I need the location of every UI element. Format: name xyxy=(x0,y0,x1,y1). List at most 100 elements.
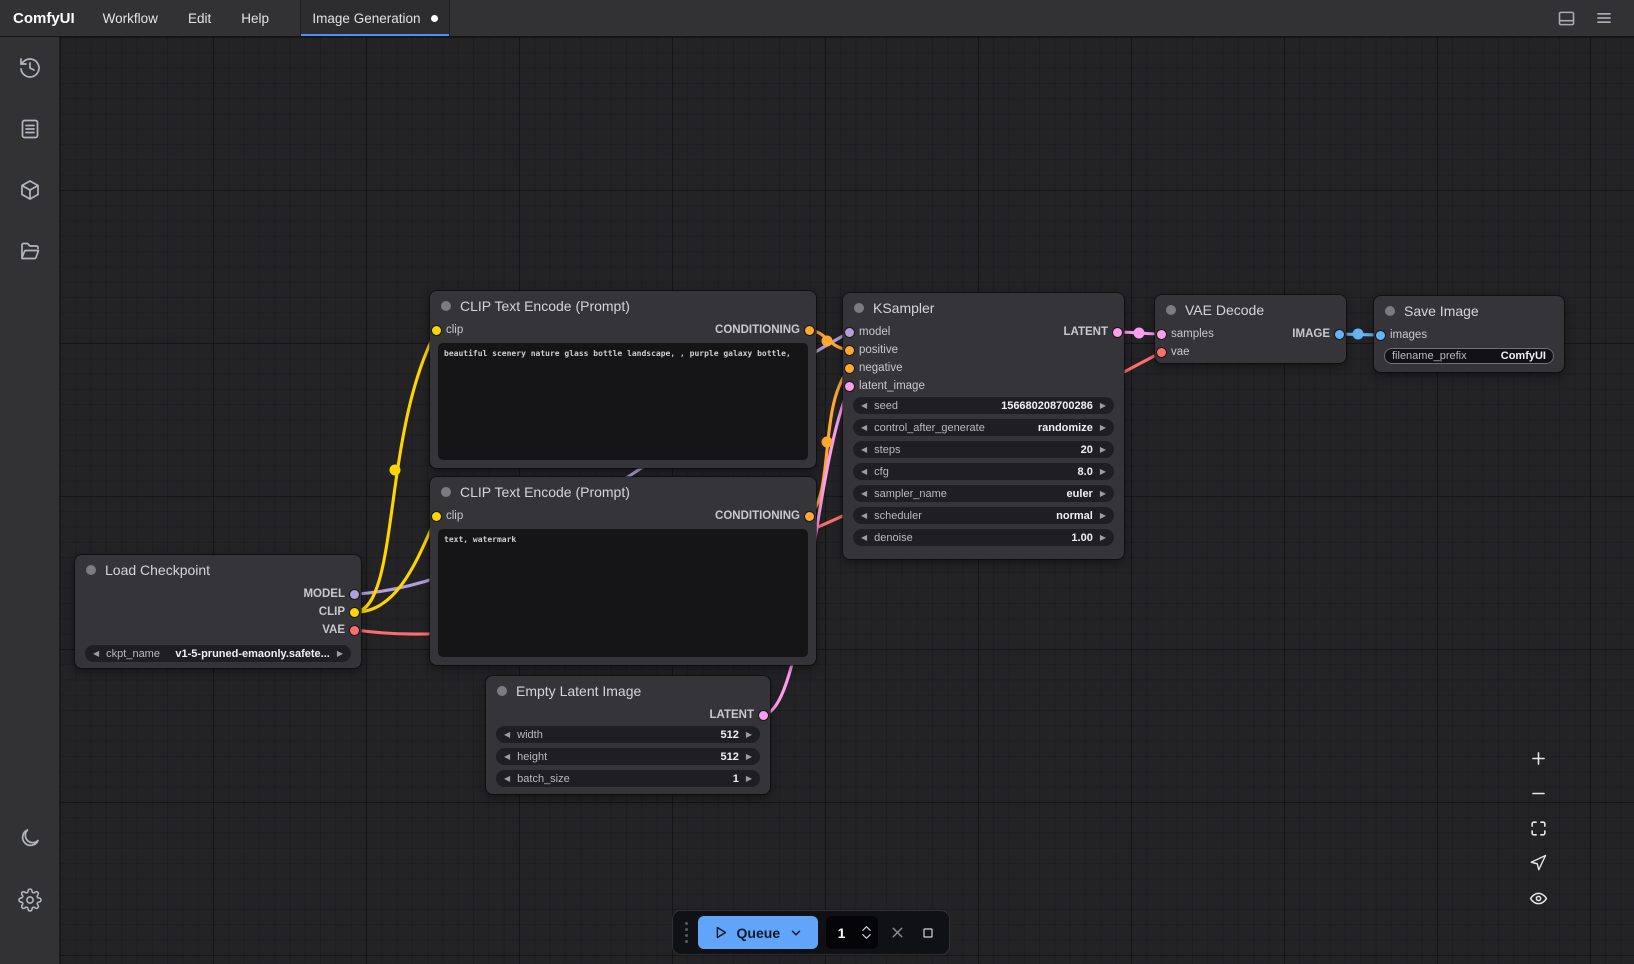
increment-arrow-icon[interactable]: ▶ xyxy=(1100,402,1106,410)
decrement-arrow-icon[interactable]: ◀ xyxy=(504,753,510,761)
model-output-port[interactable] xyxy=(350,590,359,599)
select-mode-button[interactable] xyxy=(1522,847,1554,879)
increment-arrow-icon[interactable]: ▶ xyxy=(1100,512,1106,520)
node-title-bar[interactable]: KSampler xyxy=(843,293,1124,323)
zoom-in-button[interactable] xyxy=(1522,742,1554,774)
node-title-bar[interactable]: CLIP Text Encode (Prompt) xyxy=(430,477,816,507)
clear-queue-button[interactable] xyxy=(886,921,909,945)
samples-input-port[interactable] xyxy=(1157,330,1166,339)
conditioning-output-port[interactable] xyxy=(805,326,814,335)
increment-arrow-icon[interactable]: ▶ xyxy=(1100,468,1106,476)
decrement-arrow-icon[interactable]: ◀ xyxy=(861,534,867,542)
latent-output-port[interactable] xyxy=(1113,328,1122,337)
menu-help[interactable]: Help xyxy=(226,0,284,36)
widget-control-after-generate[interactable]: ◀ control_after_generate randomize ▶ xyxy=(853,419,1114,436)
decrement-arrow-icon[interactable]: ◀ xyxy=(504,775,510,783)
fit-view-button[interactable] xyxy=(1522,812,1554,844)
vae-output-port[interactable] xyxy=(350,626,359,635)
comfyui-logo[interactable]: ComfyUI xyxy=(0,0,88,36)
latent-image-input-port[interactable] xyxy=(845,382,854,391)
model-library-icon xyxy=(18,178,42,202)
node-title-bar[interactable]: VAE Decode xyxy=(1155,295,1346,325)
stop-button[interactable] xyxy=(916,921,939,945)
negative-input-port[interactable] xyxy=(845,364,854,373)
widget-height[interactable]: ◀ height 512 ▶ xyxy=(496,748,760,765)
widget-label: cfg xyxy=(874,466,889,478)
node-vae-decode[interactable]: VAE Decode samples IMAGE vae xyxy=(1155,295,1346,363)
zoom-out-button[interactable] xyxy=(1522,777,1554,809)
images-input-port[interactable] xyxy=(1376,331,1385,340)
decrement-arrow-icon[interactable]: ◀ xyxy=(861,468,867,476)
sidebar-item-model-library[interactable] xyxy=(10,170,50,210)
widget-sampler-name[interactable]: ◀ sampler_name euler ▶ xyxy=(853,485,1114,502)
widget-batch-size[interactable]: ◀ batch_size 1 ▶ xyxy=(496,770,760,787)
sidebar-item-theme-toggle[interactable] xyxy=(10,818,50,858)
main-menu-button[interactable] xyxy=(1590,4,1618,32)
increment-arrow-icon[interactable]: ▶ xyxy=(746,775,752,783)
node-title-bar[interactable]: Save Image xyxy=(1374,296,1564,326)
widget-scheduler[interactable]: ◀ scheduler normal ▶ xyxy=(853,507,1114,524)
node-empty-latent-image[interactable]: Empty Latent Image LATENT ◀ width 512 ▶ … xyxy=(486,676,770,794)
node-clip-text-encode-positive[interactable]: CLIP Text Encode (Prompt) clip CONDITION… xyxy=(430,291,816,468)
decrement-arrow-icon[interactable]: ◀ xyxy=(861,490,867,498)
model-input-port[interactable] xyxy=(845,328,854,337)
conditioning-output-port[interactable] xyxy=(805,512,814,521)
decrement-arrow-icon[interactable]: ◀ xyxy=(861,512,867,520)
node-title-bar[interactable]: CLIP Text Encode (Prompt) xyxy=(430,291,816,321)
decrement-arrow-icon[interactable]: ◀ xyxy=(861,446,867,454)
increment-arrow-icon[interactable]: ▶ xyxy=(746,731,752,739)
canvas-controls xyxy=(1522,742,1556,914)
widget-width[interactable]: ◀ width 512 ▶ xyxy=(496,726,760,743)
sidebar-item-settings[interactable] xyxy=(10,880,50,920)
menu-edit[interactable]: Edit xyxy=(173,0,226,36)
toggle-link-visibility-button[interactable] xyxy=(1522,882,1554,914)
increment-arrow-icon[interactable]: ▶ xyxy=(1100,490,1106,498)
node-title-bar[interactable]: Load Checkpoint xyxy=(75,555,361,585)
clip-output-port[interactable] xyxy=(350,608,359,617)
sidebar-item-history[interactable] xyxy=(10,48,50,88)
widget-steps[interactable]: ◀ steps 20 ▶ xyxy=(853,441,1114,458)
widget-filename-prefix[interactable]: filename_prefix ComfyUI xyxy=(1384,348,1554,364)
widget-seed[interactable]: ◀ seed 156680208700286 ▶ xyxy=(853,397,1114,414)
io-row-samples-image: samples IMAGE xyxy=(1155,325,1346,343)
node-ksampler[interactable]: KSampler model LATENT positive negative … xyxy=(843,293,1124,559)
widget-value: 512 xyxy=(720,729,738,741)
sidebar-item-logs[interactable] xyxy=(10,109,50,149)
node-status-dot-icon xyxy=(1166,305,1176,315)
decrement-arrow-icon[interactable]: ◀ xyxy=(504,731,510,739)
widget-cfg[interactable]: ◀ cfg 8.0 ▶ xyxy=(853,463,1114,480)
vae-input-port[interactable] xyxy=(1157,348,1166,357)
increment-arrow-icon[interactable]: ▶ xyxy=(1100,424,1106,432)
decrement-arrow-icon[interactable]: ◀ xyxy=(861,402,867,410)
decrement-arrow-icon[interactable]: ◀ xyxy=(861,424,867,432)
widget-denoise[interactable]: ◀ denoise 1.00 ▶ xyxy=(853,529,1114,546)
drag-handle-icon[interactable] xyxy=(683,922,690,943)
clip-input-port[interactable] xyxy=(432,512,441,521)
positive-input-port[interactable] xyxy=(845,346,854,355)
latent-output-port[interactable] xyxy=(759,711,768,720)
tab-image-generation[interactable]: Image Generation xyxy=(300,0,450,36)
increment-arrow-icon[interactable]: ▶ xyxy=(337,650,343,658)
clip-input-port[interactable] xyxy=(432,326,441,335)
sidebar xyxy=(0,37,60,964)
menu-workflow[interactable]: Workflow xyxy=(88,0,173,36)
queue-button[interactable]: Queue xyxy=(698,916,818,949)
toggle-bottom-panel-button[interactable] xyxy=(1552,4,1580,32)
node-title: Empty Latent Image xyxy=(516,683,641,699)
node-title-bar[interactable]: Empty Latent Image xyxy=(486,676,770,706)
batch-count-input[interactable]: 1 xyxy=(826,916,878,949)
increment-arrow-icon[interactable]: ▶ xyxy=(746,753,752,761)
increment-arrow-icon[interactable]: ▶ xyxy=(1100,446,1106,454)
negative-prompt-textarea[interactable]: text, watermark xyxy=(438,529,808,657)
increment-arrow-icon[interactable]: ▶ xyxy=(1100,534,1106,542)
positive-prompt-textarea[interactable]: beautiful scenery nature glass bottle la… xyxy=(438,343,808,460)
sidebar-item-workflows[interactable] xyxy=(10,231,50,271)
image-output-port[interactable] xyxy=(1335,330,1344,339)
widget-ckpt-name[interactable]: ◀ ckpt_name v1-5-pruned-emaonly.safete..… xyxy=(85,645,351,662)
batch-count-spinner[interactable] xyxy=(861,925,872,940)
node-clip-text-encode-negative[interactable]: CLIP Text Encode (Prompt) clip CONDITION… xyxy=(430,477,816,665)
node-title: VAE Decode xyxy=(1185,302,1264,318)
node-load-checkpoint[interactable]: Load Checkpoint MODEL CLIP VAE ◀ ckpt_na… xyxy=(75,555,361,668)
node-save-image[interactable]: Save Image images filename_prefix ComfyU… xyxy=(1374,296,1564,372)
decrement-arrow-icon[interactable]: ◀ xyxy=(93,650,99,658)
